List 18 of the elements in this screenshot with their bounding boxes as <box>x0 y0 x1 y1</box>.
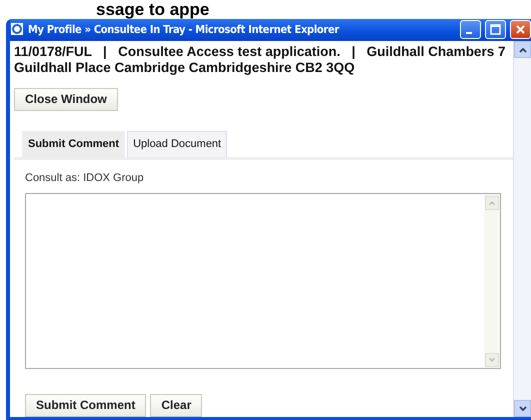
minimize-button[interactable] <box>460 20 481 38</box>
form-button[interactable]: Submit Comment <box>25 394 146 417</box>
tab[interactable]: Upload Document <box>127 131 228 157</box>
window-title: My Profile » Consultee In Tray - Microsoft Internet Explorer <box>28 22 340 36</box>
maximize-button[interactable] <box>485 20 506 38</box>
browser-icon <box>10 22 24 36</box>
maximize-icon <box>490 24 501 34</box>
consult-as-label: Consult as: IDOX Group <box>25 172 145 184</box>
tab[interactable]: Submit Comment <box>22 131 126 157</box>
close-icon <box>515 24 526 34</box>
window-scrollbar[interactable] <box>513 41 531 417</box>
application-heading: 11/0178/FUL | Consultee Access test application. | Guildhall Chambers 7 Guildhall Place Cambridge Cambridgeshire CB2 3QQ <box>14 44 506 76</box>
close-window-button[interactable]: Close Window <box>14 88 118 111</box>
close-button[interactable] <box>510 20 531 38</box>
page-heading: ssage to appe <box>95 0 210 19</box>
scroll-down-icon[interactable] <box>518 404 528 414</box>
form-button[interactable]: Clear <box>150 394 202 417</box>
minimize-icon <box>466 32 472 34</box>
